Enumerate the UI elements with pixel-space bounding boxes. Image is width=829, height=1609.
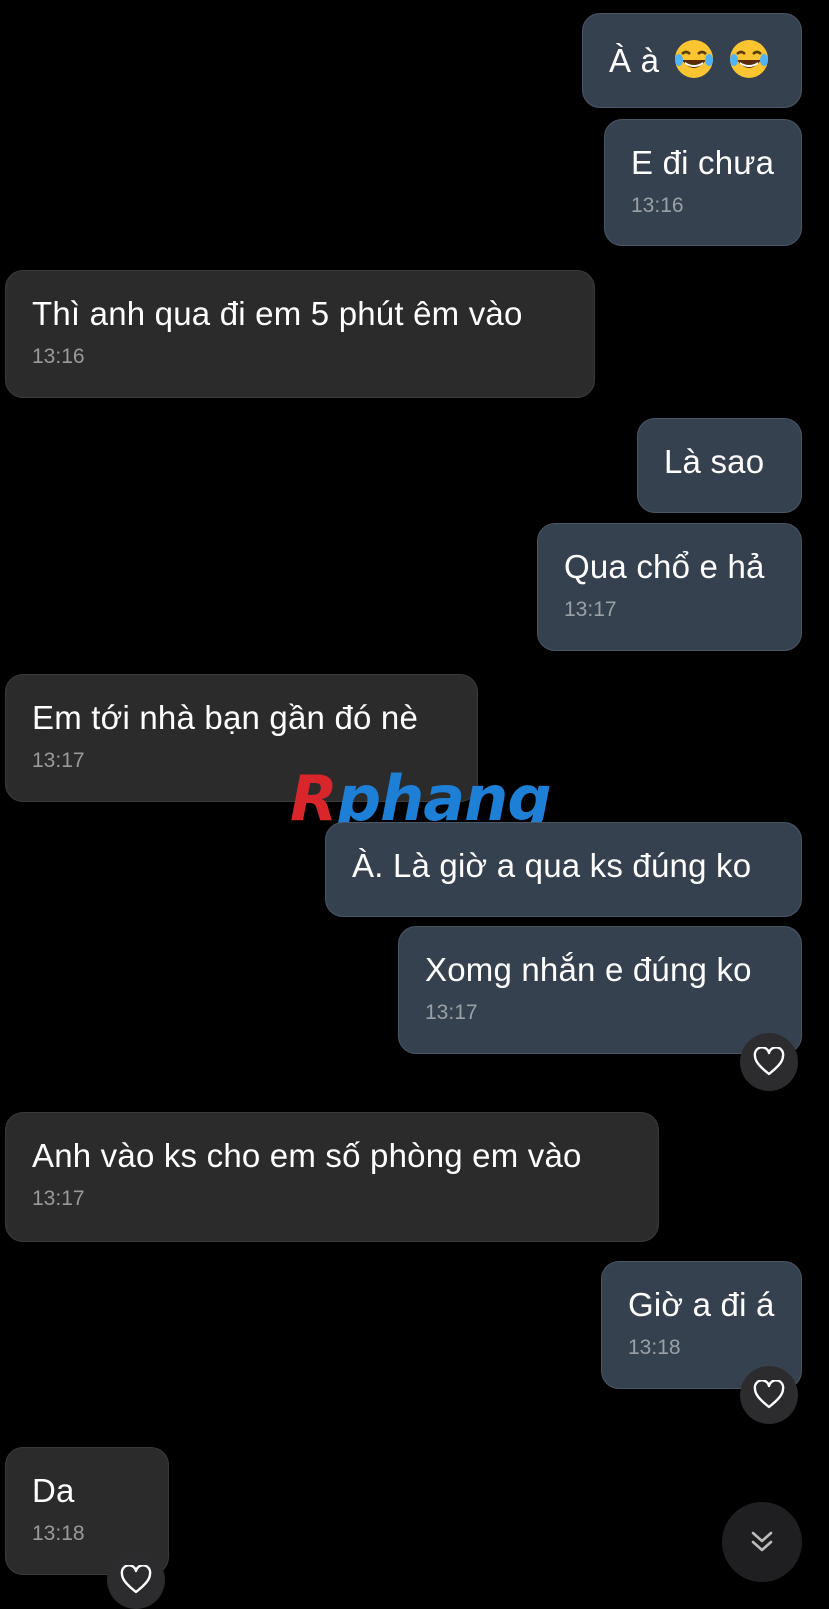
double-chevron-down-icon — [751, 1531, 773, 1552]
message-time: 13:18 — [628, 1336, 681, 1359]
message-text: Xomg nhắn e đúng ko — [425, 951, 752, 988]
message-text: E đi chưa — [631, 144, 775, 181]
heart-outline-icon — [753, 1380, 785, 1409]
message-text: Giờ a đi á — [628, 1286, 775, 1323]
message-bubble-outgoing[interactable]: Xomg nhắn e đúng ko 13:17 — [398, 926, 802, 1054]
message-bubble-outgoing[interactable]: E đi chưa 13:16 — [604, 119, 802, 246]
message-time: 13:17 — [425, 1001, 478, 1024]
message-text: Qua chổ e hả — [564, 548, 765, 585]
message-bubble-outgoing[interactable]: À. Là giờ a qua ks đúng ko — [325, 822, 802, 917]
laughing-tears-emoji-icon — [729, 40, 768, 78]
message-text: Da — [32, 1472, 75, 1509]
scroll-to-bottom-button[interactable] — [722, 1502, 802, 1582]
message-text: Thì anh qua đi em 5 phút êm vào — [32, 295, 523, 332]
message-time: 13:18 — [32, 1522, 85, 1545]
message-text: Là sao — [664, 443, 765, 480]
message-time: 13:17 — [32, 1187, 85, 1210]
message-text: À à — [609, 38, 775, 80]
message-time: 13:16 — [631, 194, 684, 217]
message-text: Anh vào ks cho em số phòng em vào — [32, 1137, 582, 1174]
reaction-heart-button[interactable] — [107, 1551, 165, 1609]
heart-outline-icon — [120, 1565, 152, 1594]
message-bubble-outgoing[interactable]: Là sao — [637, 418, 802, 513]
message-text: Em tới nhà bạn gần đó nè — [32, 699, 419, 736]
laughing-tears-emoji-icon — [674, 40, 713, 78]
message-bubble-outgoing[interactable]: Qua chổ e hả 13:17 — [537, 523, 802, 651]
message-time: 13:16 — [32, 345, 85, 368]
message-bubble-incoming[interactable]: Anh vào ks cho em số phòng em vào 13:17 — [5, 1112, 659, 1242]
reaction-heart-button[interactable] — [740, 1366, 798, 1424]
message-bubble-incoming[interactable]: Thì anh qua đi em 5 phút êm vào 13:16 — [5, 270, 595, 398]
message-bubble-outgoing[interactable]: À à — [582, 13, 802, 108]
heart-outline-icon — [753, 1047, 785, 1076]
message-text: À. Là giờ a qua ks đúng ko — [352, 847, 752, 884]
reaction-heart-button[interactable] — [740, 1033, 798, 1091]
message-time: 13:17 — [564, 598, 617, 621]
